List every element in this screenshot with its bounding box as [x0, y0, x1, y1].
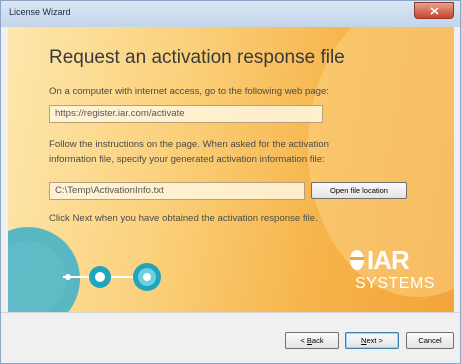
instruction-follow-line2: information file, specify your generated…	[49, 154, 325, 165]
close-icon	[430, 7, 439, 15]
iar-systems-logo: IAR SYSTEMS	[349, 245, 445, 297]
next-label-rest: ext >	[366, 336, 383, 345]
next-button[interactable]: Next >	[345, 332, 399, 349]
instruction-follow-line1: Follow the instructions on the page. Whe…	[49, 139, 329, 150]
page-heading: Request an activation response file	[49, 47, 345, 68]
cancel-button[interactable]: Cancel	[406, 332, 454, 349]
window-title: License Wizard	[9, 7, 71, 17]
title-bar: License Wizard	[1, 1, 460, 27]
instruction-click-next: Click Next when you have obtained the ac…	[49, 213, 318, 224]
footer-divider	[1, 312, 460, 313]
close-button[interactable]	[414, 2, 454, 19]
activation-info-file-field[interactable]: C:\Temp\ActivationInfo.txt	[49, 182, 305, 200]
license-wizard-window: License Wizard Request an activation res…	[0, 0, 461, 364]
iar-logo-mark-icon	[350, 250, 364, 270]
activation-url-field[interactable]: https://register.iar.com/activate	[49, 105, 323, 123]
disc-icon	[133, 263, 161, 291]
instruction-web-page: On a computer with internet access, go t…	[49, 86, 329, 97]
logo-brand-text: IAR	[367, 245, 410, 275]
back-button[interactable]: < Back	[285, 332, 339, 349]
wizard-content: Request an activation response file On a…	[8, 27, 454, 312]
back-label-rest: ack	[311, 336, 324, 345]
open-file-location-button[interactable]: Open file location	[311, 182, 407, 199]
disc-icon	[89, 266, 111, 288]
logo-sub-text: SYSTEMS	[355, 275, 435, 292]
